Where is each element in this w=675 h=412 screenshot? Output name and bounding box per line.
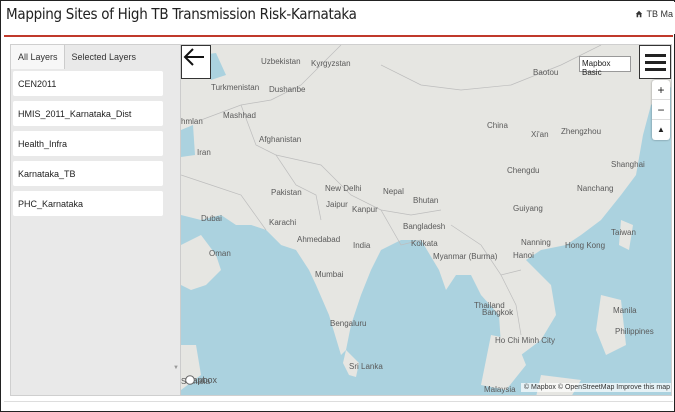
map-label: Guiyang (513, 204, 543, 213)
map-canvas[interactable]: Uzbekistan Kyrgyzstan Baotou Turkmenista… (181, 45, 671, 395)
map-label: Kyrgyzstan (311, 59, 351, 68)
map-label: India (353, 241, 371, 250)
zoom-in-button[interactable]: + (652, 80, 670, 100)
map-label: Bangladesh (403, 222, 446, 231)
map-label: New Delhi (325, 184, 362, 193)
map-label: Kanpur (352, 205, 378, 214)
map-label: Shanghai (611, 160, 645, 169)
map-label: China (487, 121, 508, 130)
layer-tabs: All Layers Selected Layers (11, 45, 181, 69)
map-label: Pakistan (271, 188, 302, 197)
map-label: Myanmar (Burma) (433, 252, 498, 261)
header-right-text: TB Ma (646, 9, 673, 19)
menu-icon (645, 54, 666, 57)
arrow-left-icon (183, 48, 204, 66)
layer-item-phc[interactable]: PHC_Karnataka (13, 191, 163, 216)
map-label: Bhutan (413, 196, 439, 205)
mapbox-logo: mapbox (185, 375, 217, 385)
map-label: Hong Kong (565, 241, 606, 250)
header-right[interactable]: TB Ma (635, 9, 673, 19)
map-label: Manila (613, 306, 637, 315)
back-button[interactable] (181, 45, 211, 79)
map-label: Turkmenistan (211, 83, 260, 92)
map-label: Nepal (383, 187, 404, 196)
map-label: Malaysia (484, 385, 516, 394)
map-label: Nanchang (577, 184, 614, 193)
header: Mapping Sites of High TB Transmission Ri… (2, 2, 675, 34)
tab-all-layers[interactable]: All Layers (11, 45, 65, 69)
map-label: Bangkok (482, 308, 514, 317)
map-label: Nanning (521, 238, 551, 247)
map-label: Dushanbe (269, 85, 306, 94)
zoom-out-button[interactable]: − (652, 100, 670, 120)
map-label: Kolkata (411, 239, 438, 248)
layer-item-karnataka-tb[interactable]: Karnataka_TB (13, 161, 163, 186)
map-label: Sri Lanka (349, 362, 383, 371)
scroll-down-icon[interactable]: ▼ (173, 365, 179, 371)
menu-icon (645, 68, 666, 71)
map-label: Dubai (201, 214, 222, 223)
map-label: hmlan (181, 117, 203, 126)
map-label: Afghanistan (259, 135, 302, 144)
layer-item-cen2011[interactable]: CEN2011 (13, 71, 163, 96)
compass-icon[interactable]: ▲ (652, 120, 670, 140)
map-label: Mashhad (223, 111, 256, 120)
footer-divider (4, 401, 673, 402)
map-label: Hanoi (513, 251, 534, 260)
map-attribution[interactable]: © Mapbox © OpenStreetMap Improve this ma… (520, 383, 671, 392)
map-label: Mumbai (315, 270, 344, 279)
main-area: All Layers Selected Layers CEN2011 HMIS_… (10, 44, 672, 396)
map-label: Iran (197, 148, 211, 157)
map-label: Ahmedabad (297, 235, 341, 244)
map-label: Zhengzhou (561, 127, 602, 136)
app-frame: Mapping Sites of High TB Transmission Ri… (0, 0, 675, 412)
map-label: Baotou (533, 68, 559, 77)
map-label: Karachi (269, 218, 297, 227)
map-label: Philippines (615, 327, 654, 336)
map-label: Oman (209, 249, 231, 258)
map-label: Taiwan (611, 228, 636, 237)
menu-icon (645, 61, 666, 64)
layers-panel: All Layers Selected Layers CEN2011 HMIS_… (11, 45, 181, 395)
tab-selected-layers[interactable]: Selected Layers (65, 45, 143, 69)
map-label: Bengaluru (330, 319, 367, 328)
map-label: Jaipur (326, 200, 348, 209)
map-label: Xi'an (531, 130, 549, 139)
basemap-select[interactable]: Mapbox Basic (579, 56, 631, 77)
mapbox-logo-icon (185, 375, 195, 385)
map-land (181, 45, 671, 395)
map-label: Uzbekistan (261, 57, 301, 66)
map-label: Ho Chi Minh City (495, 336, 556, 345)
layer-list: CEN2011 HMIS_2011_Karnataka_Dist Health_… (13, 71, 163, 221)
layer-item-hmis[interactable]: HMIS_2011_Karnataka_Dist (13, 101, 163, 126)
home-icon (636, 10, 643, 18)
layer-item-health-infra[interactable]: Health_Infra (13, 131, 163, 156)
zoom-controls: + − ▲ (652, 80, 670, 140)
menu-button[interactable] (639, 45, 671, 79)
page-title: Mapping Sites of High TB Transmission Ri… (6, 5, 357, 23)
map-label: Chengdu (507, 166, 540, 175)
header-divider (4, 35, 673, 37)
